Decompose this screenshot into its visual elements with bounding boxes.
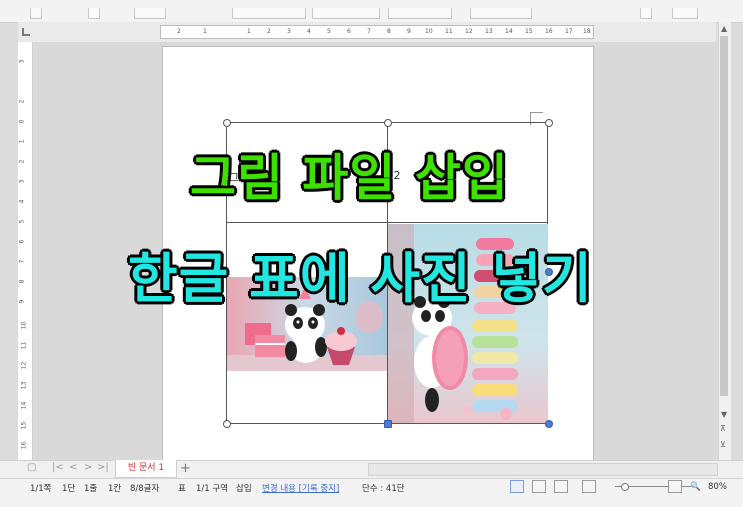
ruler-tick: 17: [565, 28, 573, 35]
status-mode: 표: [178, 484, 186, 494]
status-line: 1줄: [84, 484, 98, 494]
horizontal-scrollbar[interactable]: [368, 463, 718, 476]
resize-handle[interactable]: [223, 119, 231, 127]
prev-tab-button[interactable]: <: [69, 462, 77, 473]
chevron-up-icon[interactable]: ▲: [721, 24, 727, 33]
chevron-down-icon[interactable]: ▼: [721, 410, 727, 419]
resize-handle[interactable]: [384, 119, 392, 127]
zoom-page-button[interactable]: [668, 480, 682, 493]
last-tab-button[interactable]: >|: [97, 462, 109, 473]
status-chars: 8/8글자: [130, 484, 160, 494]
toolbar-button[interactable]: [640, 8, 652, 19]
resize-handle[interactable]: [545, 119, 553, 127]
ruler-tick: 2: [267, 28, 271, 35]
ruler-tick: 1: [18, 139, 26, 144]
ruler-tick: 15: [525, 28, 533, 35]
toolbar-button[interactable]: [672, 8, 698, 19]
ruler-tick: 4: [18, 199, 26, 204]
toolbar-button[interactable]: [30, 8, 42, 19]
page-up-icon[interactable]: ⊼: [720, 424, 726, 433]
headline-insert-image: 그림 파일 삽입: [190, 149, 509, 207]
selection-handle[interactable]: [545, 420, 553, 428]
ruler-tick: 1: [203, 28, 207, 35]
status-column: 1단: [62, 484, 76, 494]
headline-table-photo: 한글 표에 사진 넣기: [128, 247, 593, 310]
ruler-tick: 7: [367, 28, 371, 35]
tab-stop-icon: [22, 28, 30, 36]
document-tab[interactable]: 빈 문서 1: [115, 460, 177, 478]
toolbar-button[interactable]: [134, 8, 166, 19]
ruler-tick: 18: [583, 28, 591, 35]
ruler-page-area: 2 1 1 2 3 4 5 6 7 8 9 10 11 12 13 14 15 …: [160, 25, 594, 39]
ruler-tick: 5: [327, 28, 331, 35]
ruler-tick: 8: [387, 28, 391, 35]
ruler-tick: 4: [307, 28, 311, 35]
font-select[interactable]: [232, 8, 306, 19]
zoom-level[interactable]: 80%: [708, 482, 727, 492]
ruler-tick: 2: [177, 28, 181, 35]
status-track-changes[interactable]: 변경 내용 [기록 중지]: [262, 482, 339, 494]
top-toolbar: [0, 0, 743, 23]
ruler-tick: 14: [505, 28, 513, 35]
ruler-tick: 3: [287, 28, 291, 35]
ruler-tick: 5: [18, 219, 26, 224]
ruler-tick: 16: [20, 441, 28, 450]
ruler-tick: 7: [18, 259, 26, 264]
ruler-tick: 11: [445, 28, 453, 35]
ruler-tick: 12: [465, 28, 473, 35]
ruler-tick: 14: [20, 401, 28, 410]
ruler-tick: 13: [20, 381, 28, 390]
first-tab-button[interactable]: |<: [52, 462, 64, 473]
ruler-tick: 15: [20, 421, 28, 430]
ruler-tick: 16: [545, 28, 553, 35]
next-tab-button[interactable]: >: [84, 462, 92, 473]
ruler-tick: 13: [485, 28, 493, 35]
status-zone: 1/1 구역: [196, 484, 229, 494]
ruler-tick: 3: [18, 59, 26, 64]
status-page[interactable]: 1/1쪽: [30, 482, 52, 494]
view-draft-button[interactable]: [554, 480, 568, 493]
status-insert[interactable]: 삽입: [236, 482, 252, 494]
zoom-icon[interactable]: 🔍: [690, 482, 701, 492]
ruler-tick: 0: [18, 119, 26, 124]
status-col: 1칸: [108, 484, 122, 494]
tab-list-icon[interactable]: ▢: [27, 462, 36, 473]
style-select[interactable]: [388, 8, 452, 19]
ruler-tick: 9: [18, 299, 26, 304]
view-web-button[interactable]: [532, 480, 546, 493]
vertical-ruler[interactable]: 3 2 0 1 2 3 4 5 6 7 8 9 10 11 12 13 14 1…: [18, 42, 33, 460]
view-page-button[interactable]: [510, 480, 524, 493]
size-select[interactable]: [312, 8, 380, 19]
ruler-tick: 11: [20, 341, 28, 350]
toolbar-button[interactable]: [88, 8, 100, 19]
zoom-slider-handle[interactable]: [621, 483, 629, 491]
ruler-tick: 2: [18, 99, 26, 104]
page-down-icon[interactable]: ⊻: [720, 440, 726, 449]
ruler-tick: 9: [407, 28, 411, 35]
add-tab-button[interactable]: +: [180, 461, 191, 476]
toolbar-select[interactable]: [470, 8, 532, 19]
ruler-tick: 6: [347, 28, 351, 35]
vertical-scroll-thumb[interactable]: [720, 36, 728, 396]
ruler-tick: 12: [20, 361, 28, 370]
ruler-tick: 6: [18, 239, 26, 244]
ruler-tick: 10: [425, 28, 433, 35]
ruler-tick: 1: [247, 28, 251, 35]
zoom-fit-button[interactable]: [582, 480, 596, 493]
selection-handle[interactable]: [384, 420, 392, 428]
ruler-tick: 3: [18, 179, 26, 184]
ruler-tick: 8: [18, 279, 26, 284]
ruler-tick: 2: [18, 159, 26, 164]
resize-handle[interactable]: [223, 420, 231, 428]
status-word-count: 단수 : 41단: [362, 484, 405, 494]
ruler-tick: 10: [20, 321, 28, 330]
